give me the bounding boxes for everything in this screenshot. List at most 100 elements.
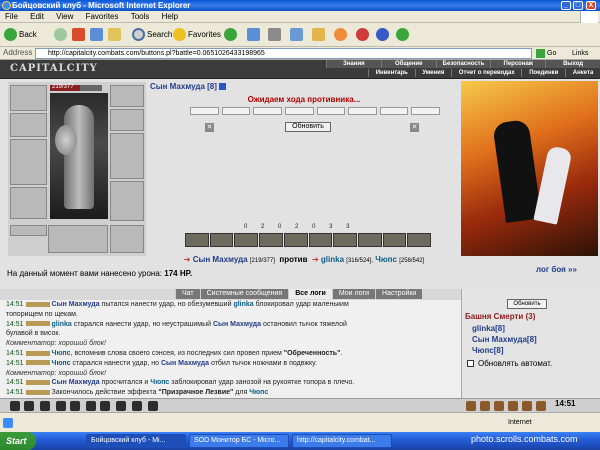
zone-slot[interactable] xyxy=(379,107,409,115)
menu-view[interactable]: View xyxy=(51,11,78,23)
task-sod-monitor[interactable]: SOD Монитор БС - Micro... xyxy=(189,434,289,448)
refresh-button[interactable]: Обновить xyxy=(285,122,331,132)
minimize-button[interactable]: _ xyxy=(561,1,571,10)
close-button[interactable]: X xyxy=(586,1,596,10)
nav-communication[interactable]: Общение xyxy=(380,60,436,68)
tab-my-logs[interactable]: Мои логи xyxy=(331,289,376,299)
history-button[interactable] xyxy=(224,27,239,43)
action-icon[interactable] xyxy=(132,401,142,411)
menu-edit[interactable]: Edit xyxy=(25,11,49,23)
zone-slot[interactable] xyxy=(253,107,282,115)
cancel-attack-icon[interactable]: ✕ xyxy=(205,123,214,132)
action-icon[interactable] xyxy=(40,401,50,411)
forward-button[interactable] xyxy=(54,27,69,43)
nav-transfer-report[interactable]: Отчет о переводах xyxy=(451,69,521,77)
room-player[interactable]: Чюпс[8] xyxy=(472,346,504,355)
spell-slot[interactable] xyxy=(185,233,209,247)
log-player-name[interactable]: glinka xyxy=(52,321,72,328)
log-player-name[interactable]: Чюпс xyxy=(52,360,71,367)
vs-right2-name[interactable]: Чюпс xyxy=(375,255,397,264)
zone-slot[interactable] xyxy=(348,107,377,115)
log-player-name[interactable]: Чюпс xyxy=(249,389,268,396)
belt-slot[interactable] xyxy=(10,225,47,236)
spell-slot[interactable] xyxy=(357,233,382,247)
log-player-name[interactable]: Сын Махмуда xyxy=(52,379,100,386)
cancel-block-icon[interactable]: ✕ xyxy=(410,123,419,132)
tab-chat[interactable]: Чат xyxy=(175,289,200,299)
links-button-c[interactable] xyxy=(396,27,411,43)
window-titlebar[interactable]: Бойцовский клуб - Microsoft Internet Exp… xyxy=(0,0,600,11)
vs-left-name[interactable]: Сын Махмуда xyxy=(193,255,248,264)
messenger-button[interactable] xyxy=(334,27,349,43)
home-button[interactable] xyxy=(108,27,123,43)
auto-refresh-toggle[interactable]: Обновлять автомат. xyxy=(467,359,552,368)
links-button-a[interactable] xyxy=(356,27,371,43)
favorites-button[interactable]: Favorites xyxy=(173,27,221,43)
menu-tools[interactable]: Tools xyxy=(126,11,155,23)
address-input[interactable]: http://capitalcity.combats.com/buttons.p… xyxy=(35,48,532,59)
refresh-browser-button[interactable] xyxy=(90,27,105,43)
quick-icon[interactable] xyxy=(494,401,504,411)
menu-help[interactable]: Help xyxy=(157,11,183,23)
mail-button[interactable] xyxy=(247,27,262,43)
amulet-slot[interactable] xyxy=(110,85,144,107)
quick-icon[interactable] xyxy=(522,401,532,411)
links-button-b[interactable] xyxy=(376,27,391,43)
log-player-name[interactable]: glinka xyxy=(233,301,253,308)
spell-slot[interactable] xyxy=(407,233,432,247)
leggings-slot[interactable] xyxy=(110,225,144,253)
room-player[interactable]: Сын Махмуда[8] xyxy=(472,335,537,344)
zone-slot[interactable] xyxy=(190,107,219,115)
action-icon[interactable] xyxy=(100,401,110,411)
earring-slot[interactable] xyxy=(10,113,47,137)
stop-button[interactable] xyxy=(72,27,87,43)
action-icon[interactable] xyxy=(116,401,126,411)
menu-favorites[interactable]: Favorites xyxy=(81,11,124,23)
action-icon[interactable] xyxy=(56,401,66,411)
ring-slots[interactable] xyxy=(48,225,108,253)
room-refresh-button[interactable]: Обновить xyxy=(507,299,547,309)
tab-system-messages[interactable]: Системные сообщения xyxy=(199,289,289,299)
quick-icon[interactable] xyxy=(466,401,476,411)
start-button[interactable]: Start xyxy=(0,432,36,450)
nav-character[interactable]: Персонаж xyxy=(490,60,545,68)
log-player-name[interactable]: Сын Махмуда xyxy=(161,360,209,367)
nav-profile[interactable]: Анкета xyxy=(565,69,600,77)
action-icon[interactable] xyxy=(10,401,20,411)
log-player-name[interactable]: Чюпс xyxy=(150,379,169,386)
shield-slot[interactable] xyxy=(110,133,144,179)
zone-slot[interactable] xyxy=(316,107,346,115)
zone-slot[interactable] xyxy=(411,107,440,115)
edit-button[interactable] xyxy=(290,27,305,43)
vs-right1-name[interactable]: glinka xyxy=(321,255,344,264)
spell-slot[interactable] xyxy=(382,233,407,247)
discuss-button[interactable] xyxy=(312,27,327,43)
tab-all-logs[interactable]: Все логи xyxy=(288,289,332,299)
nav-exit[interactable]: Выход xyxy=(545,60,600,68)
battle-log-link[interactable]: лог боя »» xyxy=(536,265,577,274)
quick-icon[interactable] xyxy=(480,401,490,411)
zone-slot[interactable] xyxy=(221,107,251,115)
player-name[interactable]: Сын Махмуда [8] xyxy=(150,82,227,91)
print-button[interactable] xyxy=(268,27,283,43)
quick-icon[interactable] xyxy=(536,401,546,411)
action-icon[interactable] xyxy=(70,401,80,411)
weapon-slot[interactable] xyxy=(10,139,47,185)
nav-inventory[interactable]: Инвентарь xyxy=(368,69,415,77)
log-player-name[interactable]: Чюпс xyxy=(52,350,71,357)
spell-slot[interactable] xyxy=(333,233,357,247)
menu-file[interactable]: File xyxy=(0,11,23,23)
info-icon[interactable] xyxy=(219,83,227,91)
nav-security[interactable]: Безопасность xyxy=(435,60,491,68)
links-label[interactable]: Links xyxy=(572,48,588,59)
helmet-slot[interactable] xyxy=(10,85,47,111)
maximize-button[interactable]: □ xyxy=(573,1,583,10)
zone-slot[interactable] xyxy=(284,107,314,115)
nav-battles[interactable]: Поединки xyxy=(521,69,565,77)
spell-slot[interactable] xyxy=(308,233,333,247)
search-button[interactable]: Search xyxy=(132,27,172,43)
task-fight-club[interactable]: Бойцовский клуб - Mi... xyxy=(86,434,186,448)
spell-slot[interactable] xyxy=(234,233,259,247)
armor-slot[interactable] xyxy=(10,187,47,219)
action-icon[interactable] xyxy=(24,401,34,411)
